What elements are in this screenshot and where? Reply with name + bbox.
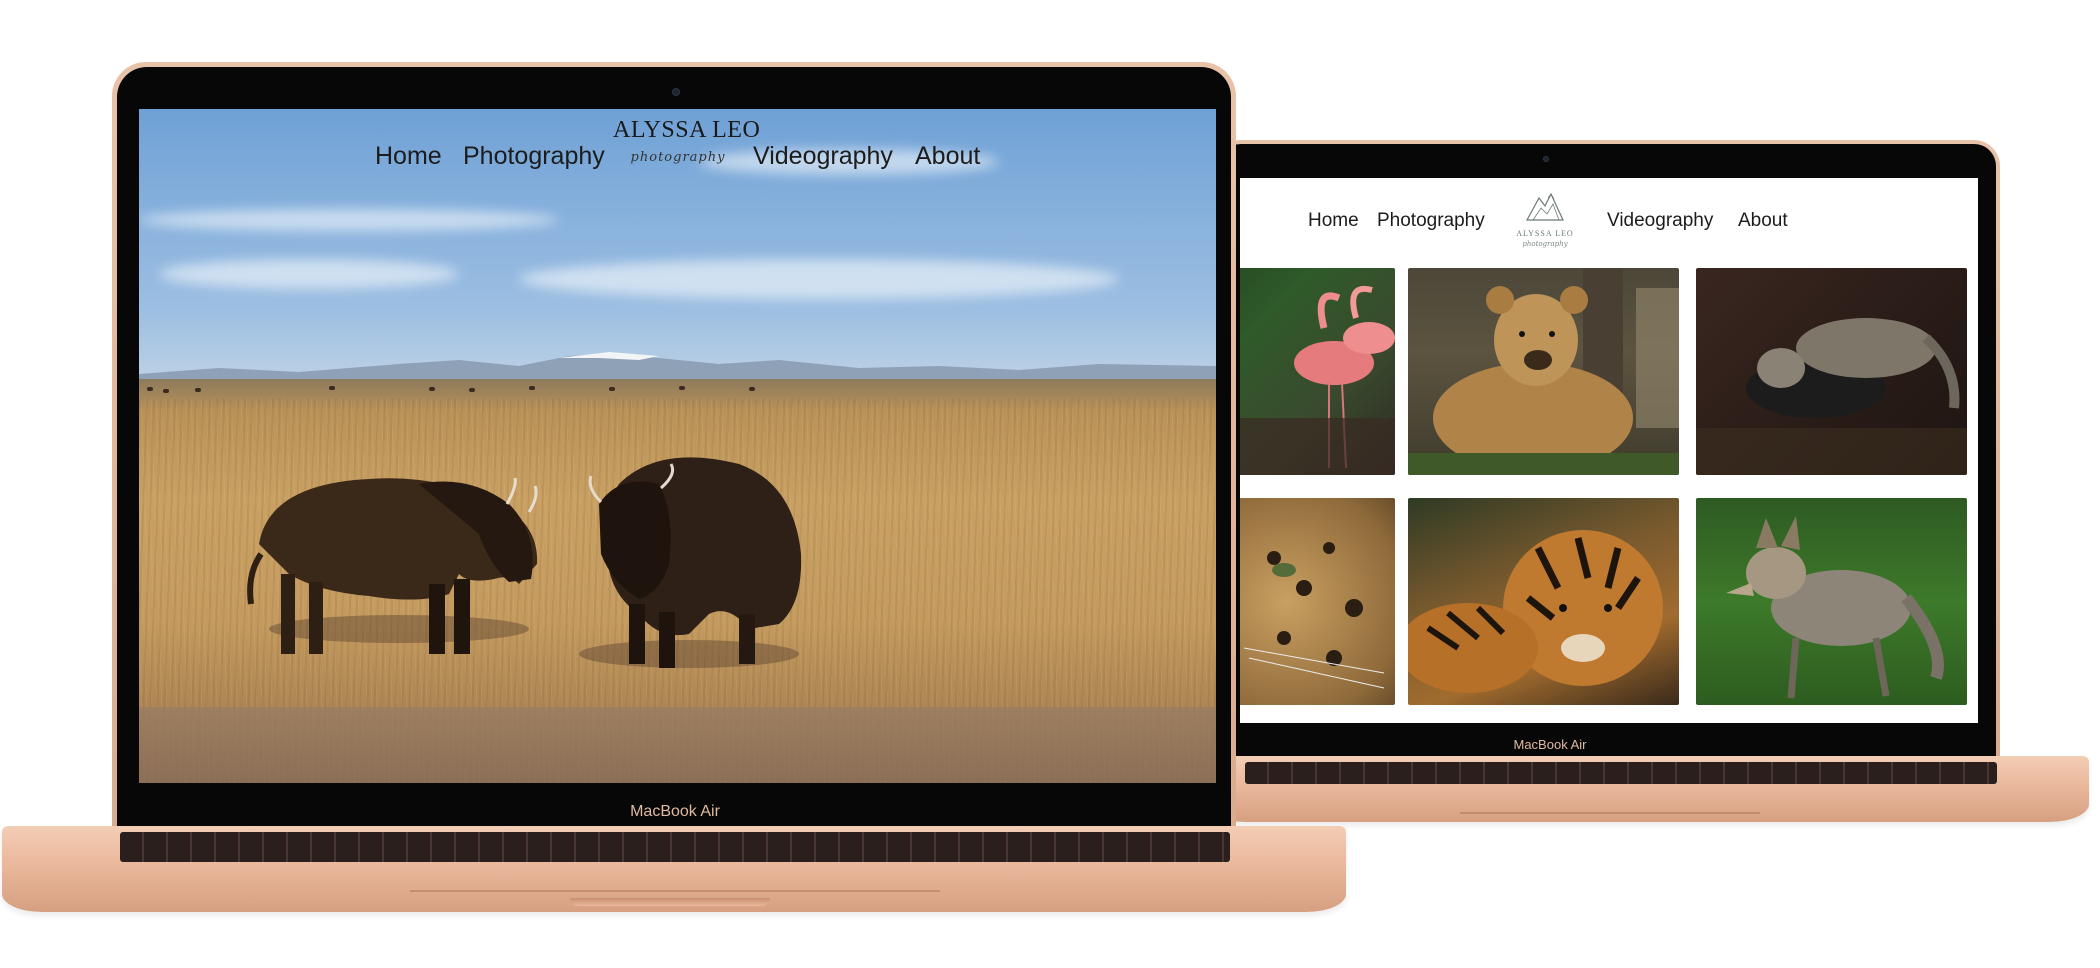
logo-script: photography bbox=[1522, 240, 1568, 248]
nav-videography-link[interactable]: Videography bbox=[753, 142, 893, 171]
logo-name: ALYSSA LEO bbox=[1516, 229, 1574, 238]
small-laptop-brand: MacBook Air bbox=[1513, 737, 1587, 752]
hero-nav: Home Photography ALYSSA LEO photography … bbox=[139, 109, 1216, 189]
gallery-photo-fishing-cat[interactable] bbox=[1696, 268, 1967, 475]
cat-icon bbox=[1696, 318, 1967, 475]
nav-home-link[interactable]: Home bbox=[1308, 210, 1359, 232]
small-laptop-keyboard bbox=[1245, 762, 1997, 784]
jaguar-icon bbox=[1243, 542, 1385, 689]
mountain-range bbox=[139, 352, 1216, 384]
large-laptop-trackpad-notch bbox=[570, 898, 770, 906]
nav-home-link[interactable]: Home bbox=[375, 142, 442, 171]
bear-icon bbox=[1408, 268, 1679, 475]
small-laptop-camera bbox=[1544, 157, 1548, 161]
gallery-photo-coyote[interactable] bbox=[1696, 498, 1967, 705]
gallery-photo-grizzly-bear[interactable] bbox=[1408, 268, 1679, 475]
cloud bbox=[519, 259, 1119, 299]
distant-bison bbox=[679, 386, 685, 390]
large-laptop-trackpad-edge bbox=[410, 890, 940, 892]
nav-photography-link[interactable]: Photography bbox=[1377, 210, 1485, 232]
logo-name: ALYSSA LEO bbox=[613, 117, 761, 143]
nav-videography-link[interactable]: Videography bbox=[1607, 210, 1713, 232]
large-laptop-brand: MacBook Air bbox=[630, 803, 720, 820]
dirt-foreground bbox=[139, 707, 1216, 783]
gallery-photo-flamingos[interactable] bbox=[1240, 268, 1395, 475]
large-laptop-camera bbox=[673, 89, 679, 95]
cloud bbox=[139, 209, 559, 231]
small-laptop-trackpad-edge bbox=[1460, 812, 1760, 814]
bison-left bbox=[247, 477, 538, 654]
gallery-photo-tiger[interactable] bbox=[1408, 498, 1679, 705]
gallery-website-screen: Home Photography ALYSSA LEO photography … bbox=[1240, 178, 1978, 723]
distant-bison bbox=[749, 387, 755, 391]
gallery-photo-jaguar[interactable] bbox=[1240, 498, 1395, 705]
nav-about-link[interactable]: About bbox=[915, 142, 980, 171]
distant-bison bbox=[529, 386, 535, 390]
mountain-logo-icon bbox=[1525, 192, 1564, 221]
distant-bison bbox=[329, 386, 335, 390]
distant-bison bbox=[195, 388, 201, 392]
logo-script: photography bbox=[630, 150, 726, 165]
coyote-icon bbox=[1726, 516, 1944, 699]
nav-about-link[interactable]: About bbox=[1738, 210, 1788, 232]
cloud bbox=[159, 259, 459, 289]
distant-bison bbox=[147, 387, 153, 391]
hero-website-screen: Home Photography ALYSSA LEO photography … bbox=[139, 109, 1216, 783]
distant-bison bbox=[163, 389, 169, 393]
tiger-icon bbox=[1408, 530, 1663, 693]
site-logo[interactable]: ALYSSA LEO photography bbox=[1508, 190, 1582, 260]
bison-right bbox=[579, 457, 802, 668]
distant-bison bbox=[469, 388, 475, 392]
distant-bison bbox=[429, 387, 435, 391]
nav-photography-link[interactable]: Photography bbox=[463, 142, 605, 171]
site-logo[interactable]: ALYSSA LEO photography bbox=[613, 117, 761, 187]
distant-bison bbox=[609, 387, 615, 391]
flamingo-icon bbox=[1240, 285, 1395, 475]
large-laptop-keyboard bbox=[120, 832, 1230, 862]
